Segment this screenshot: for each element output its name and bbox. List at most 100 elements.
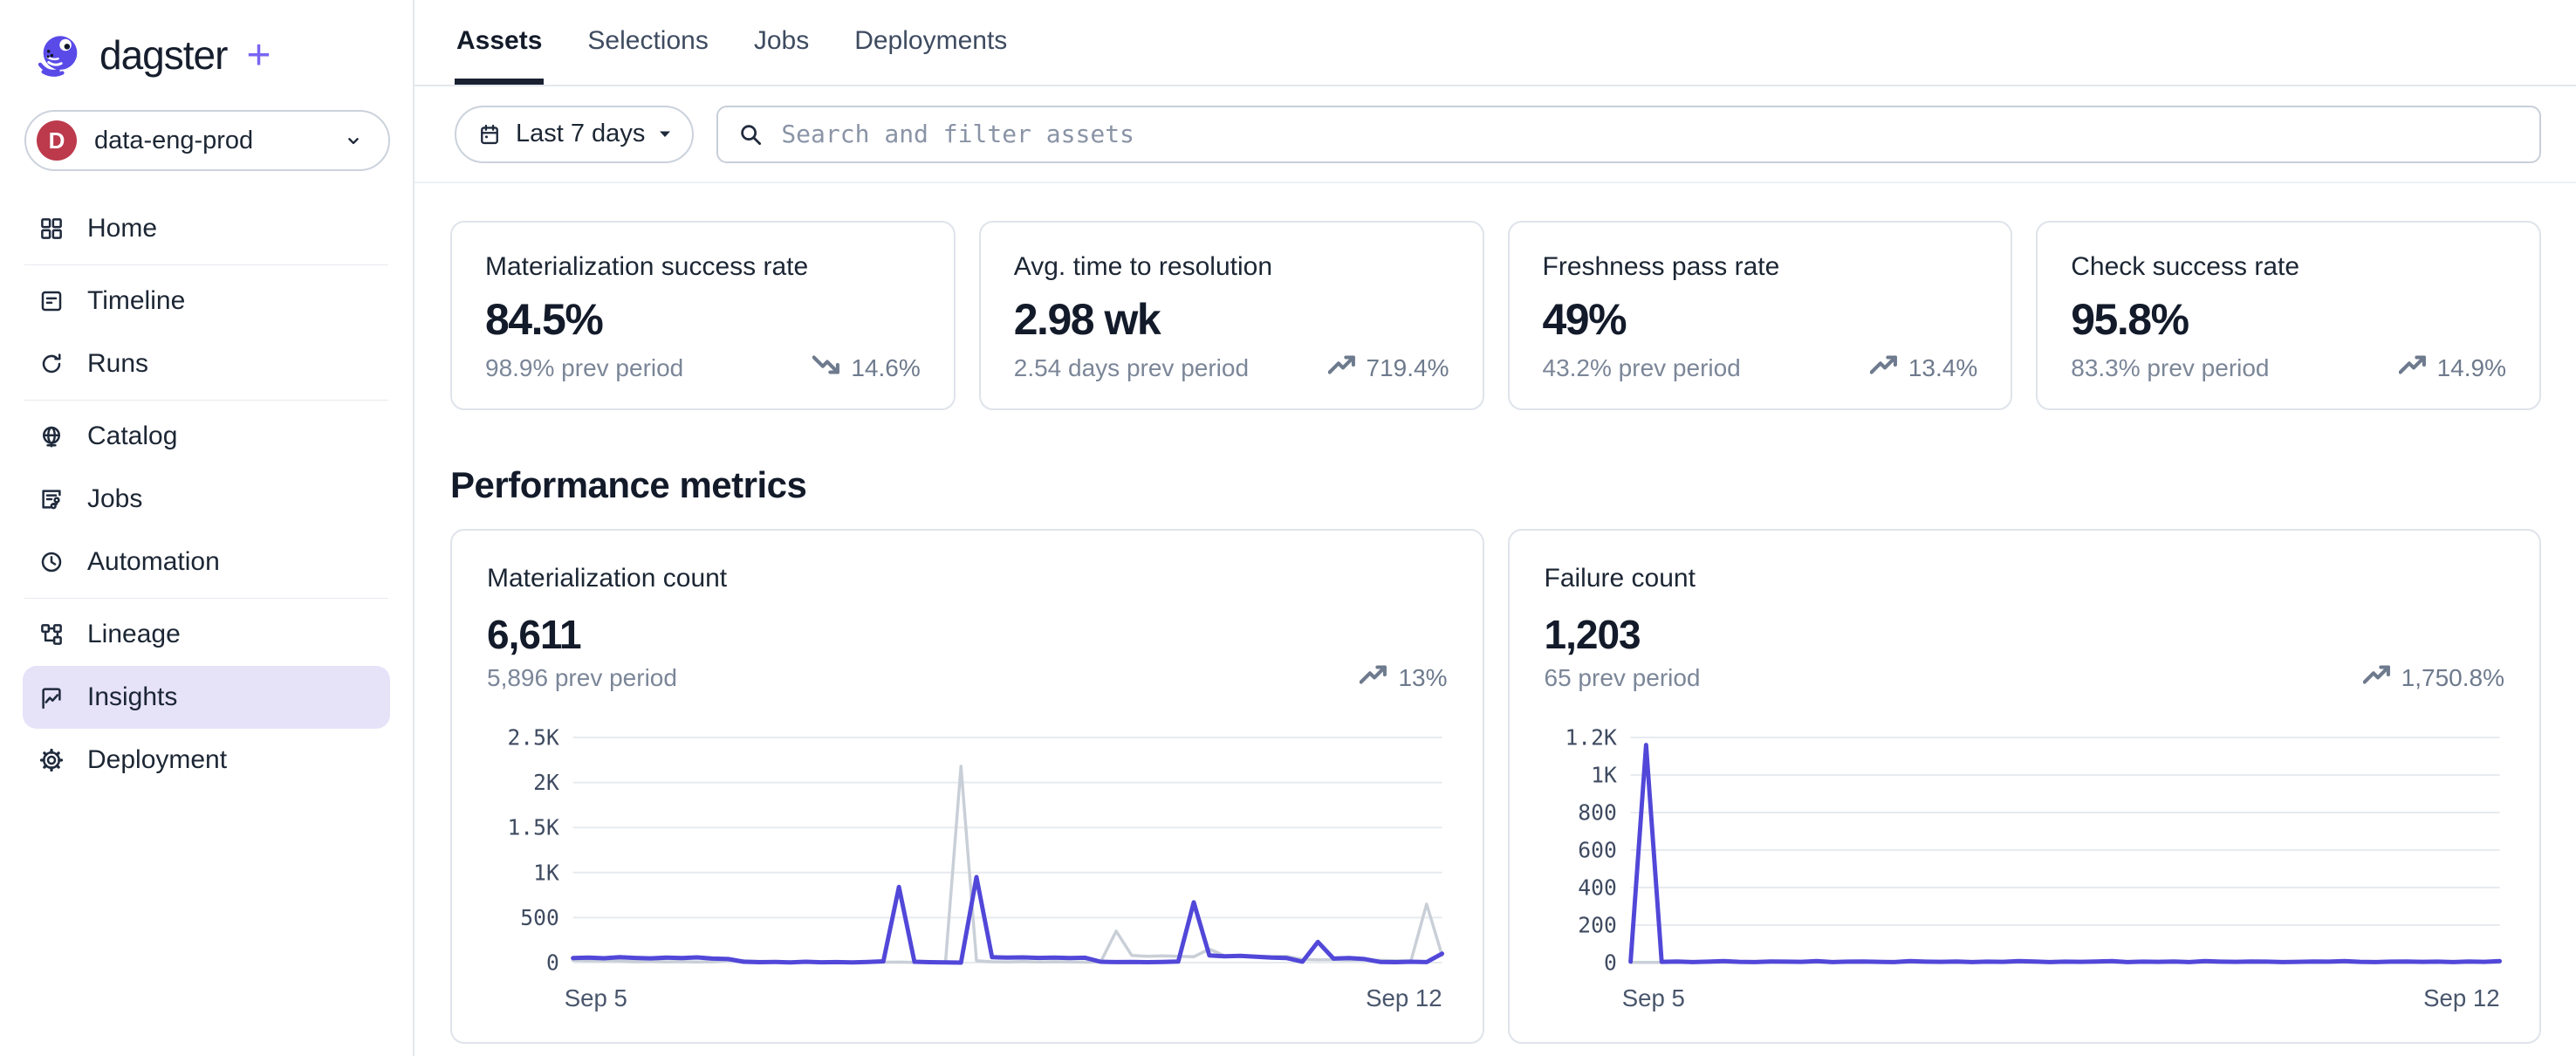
metric-delta: 719.4%: [1328, 353, 1449, 382]
sidebar-item-label: Runs: [87, 349, 148, 379]
deployment-avatar: D: [37, 120, 77, 161]
trend-up-icon: [1360, 663, 1389, 692]
section-title: Performance metrics: [450, 464, 2541, 506]
svg-text:800: 800: [1578, 799, 1617, 825]
sidebar-divider: [24, 264, 388, 265]
svg-text:500: 500: [520, 905, 559, 930]
metric-value: 2.98 wk: [1014, 294, 1449, 345]
svg-text:Sep 5: Sep 5: [1621, 984, 1684, 1011]
brand-name: dagster: [99, 31, 227, 79]
tab-jobs[interactable]: Jobs: [752, 26, 811, 85]
main-column: Assets Selections Jobs Deployments Last …: [414, 0, 2576, 1056]
metric-prev-period: 43.2% prev period: [1543, 354, 1741, 382]
svg-text:1K: 1K: [533, 860, 559, 885]
brand-logo[interactable]: dagster +: [0, 0, 413, 80]
metric-title: Check success rate: [2071, 252, 2506, 282]
tab-assets[interactable]: Assets: [455, 26, 544, 85]
trend-up-icon: [2399, 353, 2429, 382]
sidebar-nav: Home Timeline Runs Catalog: [0, 197, 413, 792]
svg-text:2K: 2K: [533, 770, 559, 795]
metric-delta: 14.6%: [812, 353, 920, 382]
top-nav: Assets Selections Jobs Deployments: [414, 0, 2576, 86]
brand-plus-badge: +: [246, 31, 271, 79]
sidebar-item-catalog[interactable]: Catalog: [23, 405, 390, 468]
sidebar-item-label: Insights: [87, 682, 177, 712]
svg-text:0: 0: [1603, 950, 1616, 975]
date-range-selector[interactable]: Last 7 days: [455, 106, 694, 163]
metric-card-freshness-pass: Freshness pass rate 49% 43.2% prev perio…: [1508, 221, 2013, 410]
sidebar-item-label: Home: [87, 214, 157, 243]
jobs-icon: [38, 486, 65, 512]
sidebar-item-deployment[interactable]: Deployment: [23, 729, 390, 792]
timeline-icon: [38, 288, 65, 314]
filter-bar: Last 7 days: [414, 86, 2576, 183]
runs-loop-icon: [38, 351, 65, 377]
app-root: dagster + D data-eng-prod Home Time: [0, 0, 2576, 1056]
clock-icon: [38, 549, 65, 575]
sidebar-item-jobs[interactable]: Jobs: [23, 468, 390, 531]
svg-text:Sep 12: Sep 12: [2423, 984, 2499, 1011]
materialization-count-chart: 2.5K 2K 1.5K 1K 500 0Sep 5 Sep 12: [487, 725, 1448, 1013]
chart-delta: 13%: [1360, 663, 1447, 692]
trend-up-icon: [2363, 663, 2393, 692]
svg-text:200: 200: [1578, 912, 1617, 937]
svg-text:Sep 12: Sep 12: [1366, 984, 1442, 1011]
tab-deployments[interactable]: Deployments: [853, 26, 1009, 85]
metric-delta: 13.4%: [1870, 353, 1977, 382]
svg-text:Sep 5: Sep 5: [565, 984, 627, 1011]
insights-flag-icon: [38, 684, 65, 710]
deployment-name: data-eng-prod: [94, 127, 324, 155]
metric-cards-row: Materialization success rate 84.5% 98.9%…: [450, 221, 2541, 410]
chart-prev-period: 65 prev period: [1545, 664, 1701, 692]
calendar-icon: [477, 122, 502, 147]
metric-card-time-to-resolution: Avg. time to resolution 2.98 wk 2.54 day…: [979, 221, 1484, 410]
failure-count-card: Failure count 1,203 65 prev period 1,750…: [1508, 529, 2542, 1044]
svg-text:0: 0: [546, 950, 559, 975]
svg-text:1.2K: 1.2K: [1565, 725, 1616, 751]
chart-delta: 1,750.8%: [2363, 663, 2504, 692]
search-input[interactable]: [779, 119, 2520, 149]
tab-selections[interactable]: Selections: [586, 26, 709, 85]
materialization-count-card: Materialization count 6,611 5,896 prev p…: [450, 529, 1484, 1044]
chart-title: Materialization count: [487, 564, 1448, 593]
metric-card-check-success: Check success rate 95.8% 83.3% prev peri…: [2036, 221, 2541, 410]
failure-count-chart: 1.2K1K8006004002000Sep 5Sep 12: [1545, 725, 2505, 1013]
sidebar: dagster + D data-eng-prod Home Time: [0, 0, 414, 1056]
sidebar-item-timeline[interactable]: Timeline: [23, 270, 390, 333]
gear-icon: [38, 747, 65, 773]
insights-content: Materialization success rate 84.5% 98.9%…: [414, 183, 2576, 1044]
sidebar-item-label: Catalog: [87, 422, 177, 451]
svg-text:600: 600: [1578, 837, 1617, 862]
chart-value: 6,611: [487, 611, 1448, 658]
sidebar-item-label: Deployment: [87, 745, 227, 775]
trend-up-icon: [1328, 353, 1358, 382]
sidebar-item-runs[interactable]: Runs: [23, 333, 390, 395]
chevron-down-icon: [341, 128, 366, 153]
home-grid-icon: [38, 216, 65, 242]
metric-delta: 14.9%: [2399, 353, 2506, 382]
lineage-graph-icon: [38, 621, 65, 648]
metric-title: Avg. time to resolution: [1014, 252, 1449, 282]
sidebar-item-insights[interactable]: Insights: [23, 666, 390, 729]
sidebar-item-label: Timeline: [87, 286, 185, 316]
svg-text:1.5K: 1.5K: [507, 815, 558, 840]
metric-value: 84.5%: [485, 294, 921, 345]
metric-value: 49%: [1543, 294, 1978, 345]
caret-down-icon: [659, 130, 671, 138]
catalog-globe-icon: [38, 423, 65, 449]
sidebar-item-home[interactable]: Home: [23, 197, 390, 260]
metric-title: Freshness pass rate: [1543, 252, 1978, 282]
sidebar-item-automation[interactable]: Automation: [23, 531, 390, 593]
svg-text:2.5K: 2.5K: [507, 725, 558, 751]
trend-down-icon: [812, 353, 842, 382]
trend-up-icon: [1870, 353, 1900, 382]
metric-title: Materialization success rate: [485, 252, 921, 282]
chart-prev-period: 5,896 prev period: [487, 664, 677, 692]
metric-value: 95.8%: [2071, 294, 2506, 345]
sidebar-item-label: Jobs: [87, 484, 142, 514]
date-range-label: Last 7 days: [516, 120, 645, 148]
deployment-selector[interactable]: D data-eng-prod: [24, 110, 390, 171]
sidebar-item-lineage[interactable]: Lineage: [23, 603, 390, 666]
metric-prev-period: 83.3% prev period: [2071, 354, 2269, 382]
search-icon: [737, 121, 764, 147]
